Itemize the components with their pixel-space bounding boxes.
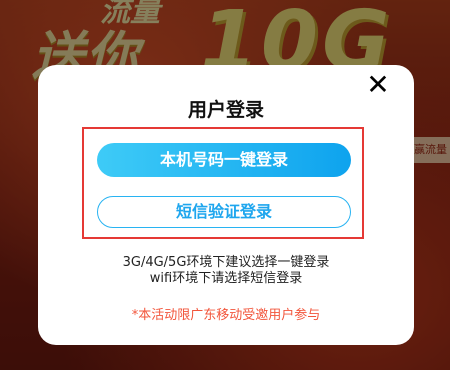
- dialog-title: 用户登录: [187, 99, 264, 121]
- network-hint-line-2: wifi环境下请选择短信登录: [149, 271, 303, 286]
- screen: 流量 送你 10G 赢流量 ✕ 用户登录 本机号码一键登录 短信验证登录 3G/…: [0, 0, 450, 370]
- login-dialog: ✕ 用户登录 本机号码一键登录 短信验证登录 3G/4G/5G环境下建议选择一键…: [38, 65, 414, 345]
- eligibility-notice: *本活动限广东移动受邀用户参与: [131, 308, 321, 323]
- close-icon[interactable]: ✕: [366, 71, 390, 99]
- one-click-login-button[interactable]: 本机号码一键登录: [97, 143, 351, 177]
- sms-login-button[interactable]: 短信验证登录: [97, 196, 351, 228]
